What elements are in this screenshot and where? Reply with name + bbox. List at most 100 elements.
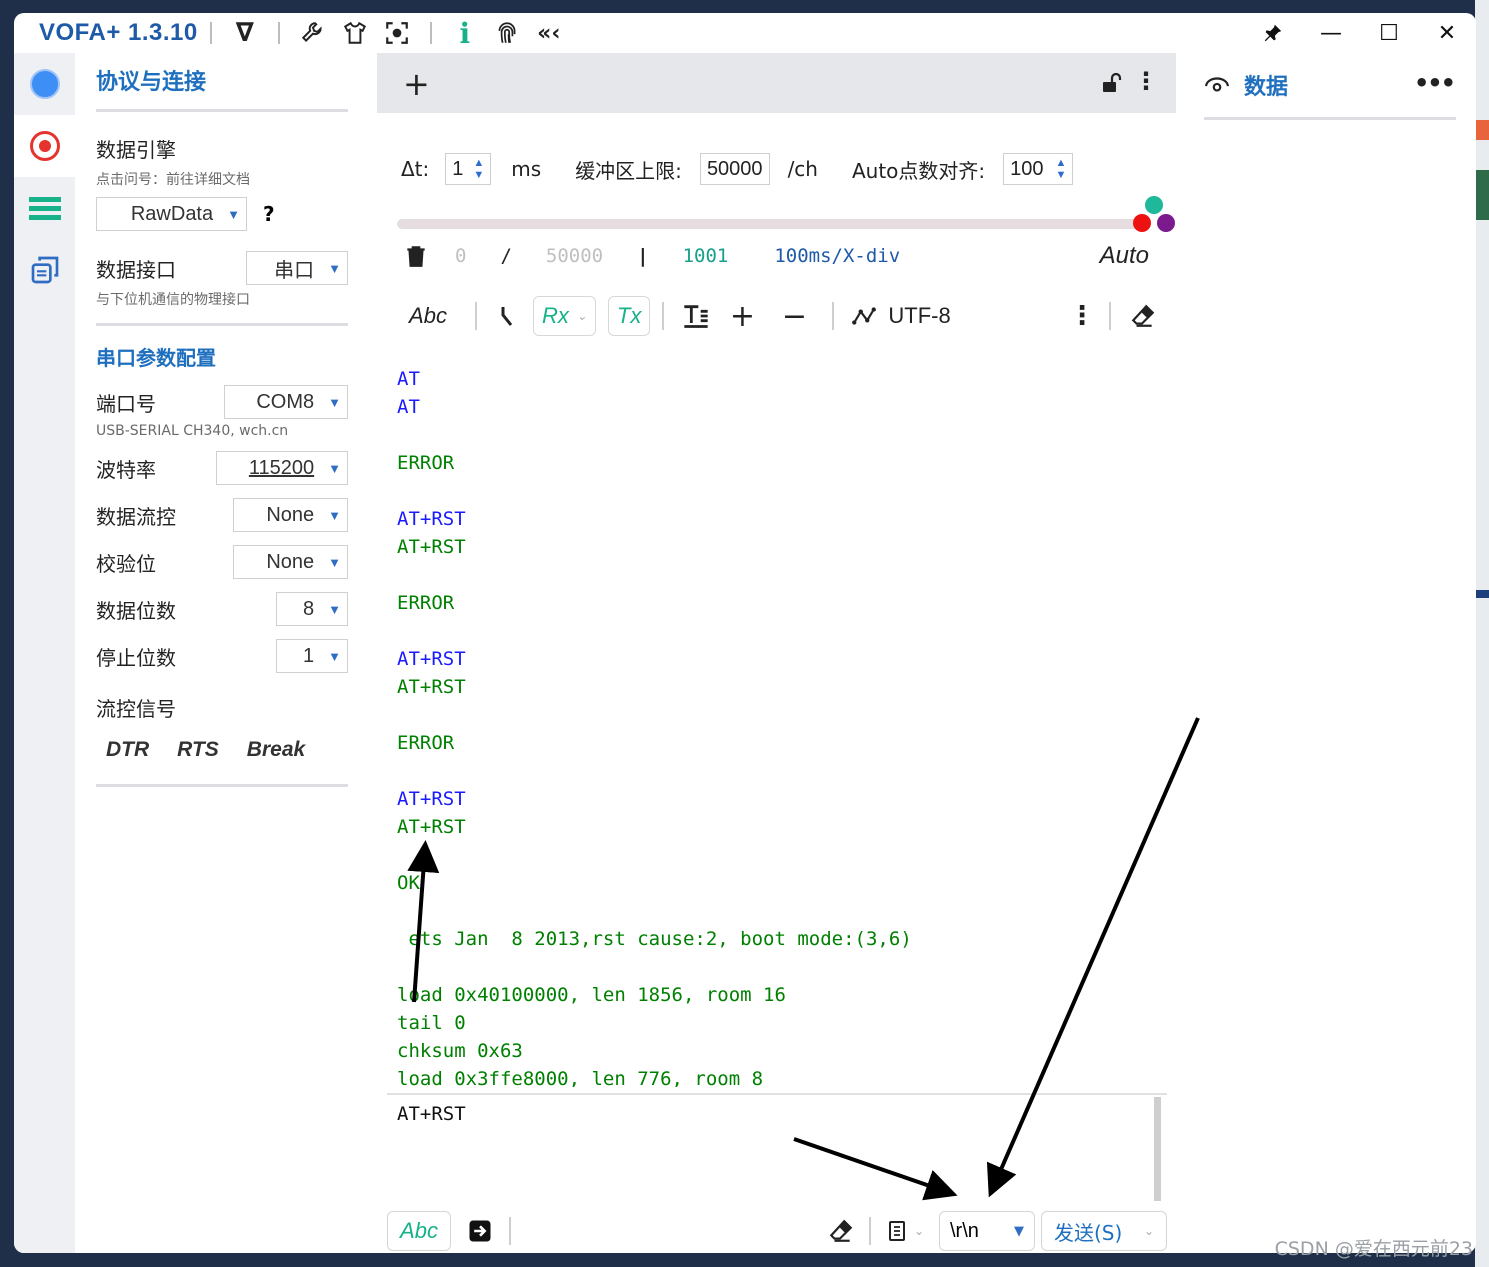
toolbar-separator (869, 1217, 871, 1245)
wrench-icon[interactable] (292, 13, 334, 53)
engine-value: RawData (130, 202, 214, 225)
buffer-input[interactable]: 50000 (699, 153, 770, 185)
eraser-icon[interactable] (1123, 295, 1163, 337)
series-dot-teal[interactable] (1145, 196, 1163, 214)
port-value: COM8 (256, 390, 315, 413)
chevron-down-icon: ▼ (328, 260, 341, 276)
send-toolbar: Abc ⌄ \r\n ▼ 发送(S) ⌄ (387, 1209, 1167, 1253)
series-dot-red[interactable] (1133, 214, 1151, 232)
console-line: AT+RST (397, 816, 466, 838)
connection-target-icon[interactable] (14, 115, 75, 177)
history-list-icon[interactable]: ⌄ (877, 1210, 933, 1252)
send-input[interactable]: AT+RST (397, 1103, 466, 1125)
interface-hint: 与下位机通信的物理接口 (96, 292, 250, 308)
auto-mode[interactable]: Auto (1100, 242, 1149, 270)
fingerprint-icon[interactable] (486, 13, 528, 53)
data-panel-header: 数据 ••• (1204, 53, 1456, 117)
rts-toggle[interactable]: RTS (177, 738, 219, 762)
unlock-icon[interactable] (1100, 71, 1124, 99)
send-button[interactable]: 发送(S) ⌄ (1041, 1211, 1167, 1251)
engine-select[interactable]: RawData ▼ (96, 197, 247, 231)
data-bits-value: 8 (303, 597, 315, 620)
commands-list-icon[interactable] (14, 177, 75, 239)
windows-stack-icon[interactable] (14, 239, 75, 301)
port-select[interactable]: COM8 ▼ (224, 385, 348, 419)
console-line: tail 0 (397, 1012, 466, 1034)
interface-select[interactable]: 串口 ▼ (246, 251, 348, 285)
more-horizontal-icon[interactable]: ••• (1414, 69, 1456, 97)
dt-value: 1 (452, 157, 464, 180)
console-line: AT+RST (397, 788, 466, 810)
serial-console[interactable]: AT AT ERROR AT+RST AT+RST ERROR AT+RST AT+RST ER… (397, 365, 1167, 1087)
console-line: ERROR (397, 732, 455, 754)
pin-icon[interactable] (1244, 13, 1302, 53)
clear-send-eraser-icon[interactable] (819, 1210, 863, 1252)
interface-label: 数据接口 (96, 257, 176, 282)
timestamp-icon[interactable] (489, 295, 525, 337)
dtr-toggle[interactable]: DTR (106, 738, 149, 762)
send-file-icon[interactable] (455, 1210, 505, 1252)
trash-icon[interactable] (403, 243, 429, 269)
dt-input[interactable]: 1 ▲ ▼ (445, 153, 492, 185)
auto-align-input[interactable]: 100 ▲ ▼ (1003, 153, 1074, 185)
encoding-select[interactable]: UTF-8 (888, 295, 950, 337)
flow-control-select[interactable]: None ▼ (233, 498, 348, 532)
rx-label: Rx (542, 303, 569, 328)
baud-select[interactable]: 115200 ▼ (216, 451, 348, 485)
wave-nodes-icon[interactable] (846, 295, 882, 337)
stop-bits-select[interactable]: 1 ▼ (276, 639, 348, 673)
send-scrollbar[interactable] (1154, 1097, 1161, 1201)
zoom-out-icon[interactable]: − (768, 295, 820, 337)
send-text-mode-button[interactable]: Abc (387, 1211, 451, 1251)
console-line: AT+RST (397, 536, 466, 558)
chevron-down-icon: ▼ (328, 460, 341, 476)
help-button[interactable]: ? (263, 202, 275, 226)
series-dot-purple[interactable] (1157, 214, 1175, 232)
add-tab-button[interactable]: + (403, 65, 430, 103)
chevron-down-icon: ▼ (328, 648, 341, 664)
minimize-button[interactable]: — (1302, 13, 1360, 53)
text-mode-button[interactable]: Abc (393, 295, 463, 337)
auto-align-value: 100 (1010, 157, 1044, 180)
text-format-icon[interactable] (676, 295, 716, 337)
timing-params: Δt: 1 ▲ ▼ ms 缓冲区上限: 50000 /ch Auto点数对齐: 1… (401, 153, 1074, 185)
console-toolbar: Abc Rx ⌄ Tx + − UTF-8 ⋮ (393, 291, 1163, 341)
left-icon-strip (14, 53, 75, 1253)
info-icon[interactable]: i (444, 13, 486, 53)
close-button[interactable]: ✕ (1418, 13, 1476, 53)
more-vertical-icon[interactable]: ⋮ (1134, 67, 1158, 95)
dt-stepper[interactable]: ▲ ▼ (473, 157, 484, 181)
auto-align-stepper[interactable]: ▲ ▼ (1056, 157, 1067, 181)
console-line: load 0x40100000, len 1856, room 16 (397, 984, 786, 1006)
rx-toggle[interactable]: Rx ⌄ (533, 296, 596, 336)
flow-control-label: 数据流控 (96, 504, 176, 529)
tx-toggle[interactable]: Tx (607, 296, 651, 336)
zoom-in-icon[interactable]: + (716, 295, 768, 337)
title-bar: VOFA+ 1.3.10 ∇ i «‹ — ☐ ✕ (14, 13, 1476, 53)
title-separator (277, 22, 280, 44)
time-range-slider[interactable] (397, 219, 1139, 229)
console-line: chksum 0x63 (397, 1040, 523, 1062)
eye-icon[interactable] (1204, 72, 1230, 98)
more-vertical-icon[interactable]: ⋮ (1067, 295, 1097, 337)
screenshot-icon[interactable] (376, 13, 418, 53)
console-line: load 0x3ffe8000, len 776, room 8 (397, 1068, 764, 1087)
background-window-edge (1475, 0, 1489, 1267)
collapse-icon[interactable]: «‹ (528, 13, 570, 53)
parity-select[interactable]: None ▼ (233, 545, 348, 579)
data-bits-select[interactable]: 8 ▼ (276, 592, 348, 626)
serial-workspace: + ⋮ Δt: 1 ▲ ▼ ms 缓冲区上限: 50000 /ch Auto点数对… (377, 53, 1176, 1253)
stats-bar: | (637, 245, 649, 267)
console-line: AT+RST (397, 508, 466, 530)
parity-value: None (266, 550, 315, 573)
window-controls: — ☐ ✕ (1244, 13, 1476, 53)
vofa-logo-icon[interactable]: ∇ (224, 13, 266, 53)
maximize-button[interactable]: ☐ (1360, 13, 1418, 53)
line-ending-select[interactable]: \r\n ▼ (939, 1211, 1035, 1251)
break-toggle[interactable]: Break (247, 738, 305, 762)
shirt-icon[interactable] (334, 13, 376, 53)
status-dot-icon[interactable] (14, 53, 75, 115)
dt-unit: ms (511, 157, 542, 181)
